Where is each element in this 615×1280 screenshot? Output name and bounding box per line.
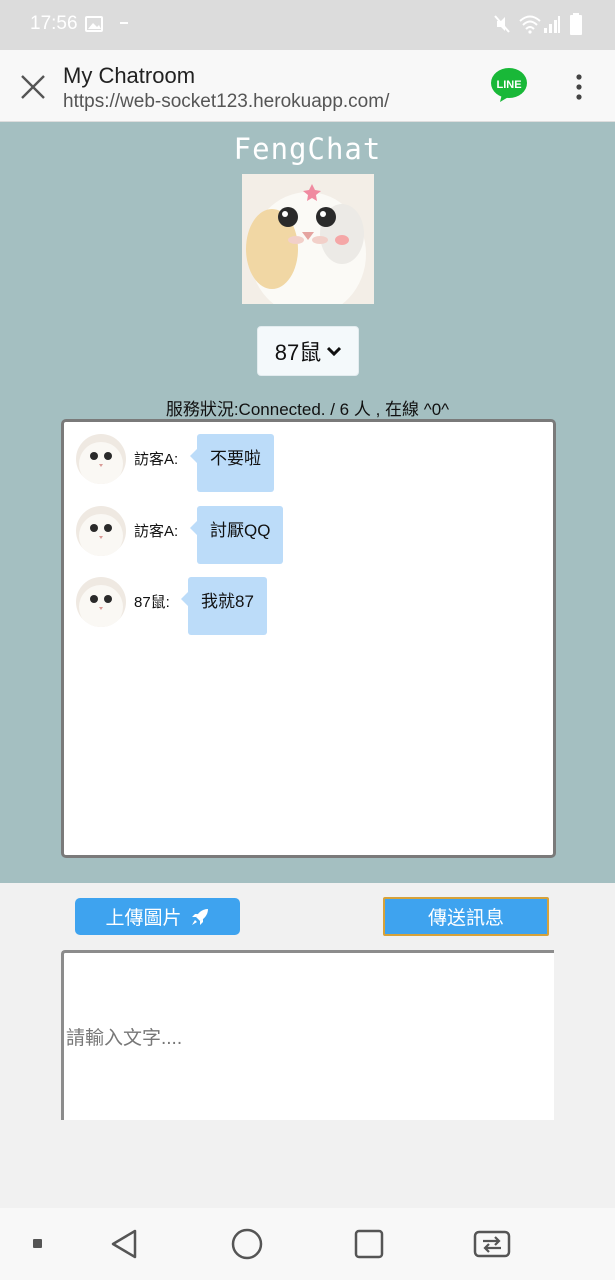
chevron-down-icon [327, 346, 342, 356]
upload-image-label: 上傳圖片 [105, 908, 182, 929]
message-bubble: 不要啦 [190, 434, 274, 492]
close-icon[interactable] [18, 72, 48, 102]
dot-indicator-icon [33, 1239, 42, 1248]
status-bar: 17:56 [0, 0, 615, 50]
avatar [76, 506, 126, 556]
minus-icon [120, 22, 128, 24]
message-input[interactable] [61, 950, 554, 1120]
message-sender: 訪客A: [134, 451, 179, 468]
page-title: My Chatroom [63, 63, 196, 88]
recents-icon[interactable] [354, 1229, 384, 1259]
message-sender: 訪客A: [134, 523, 179, 540]
home-icon[interactable] [231, 1228, 263, 1260]
switch-app-icon[interactable] [473, 1230, 511, 1258]
more-options-icon[interactable] [566, 72, 592, 102]
signal-icon [544, 16, 560, 33]
navigation-bar [0, 1208, 615, 1280]
chat-area: FengChat 87鼠 服務狀況:Connected. / 6 人 , 在線 … [0, 122, 615, 883]
message-bubble: 討厭QQ [189, 506, 284, 564]
back-icon[interactable] [109, 1228, 139, 1260]
status-time: 17:56 [30, 13, 78, 34]
mute-icon [494, 15, 510, 33]
avatar [76, 434, 126, 484]
rocket-icon [191, 908, 208, 925]
app-bar: My Chatroom https://web-socket123.heroku… [0, 50, 615, 122]
line-logo-label: LINE [496, 79, 521, 91]
page-url: https://web-socket123.herokuapp.com/ [63, 91, 390, 112]
service-status: 服務狀況:Connected. / 6 人 , 在線 ^0^ [165, 400, 450, 419]
upload-image-button[interactable]: 上傳圖片 [75, 898, 240, 935]
battery-icon [570, 13, 582, 35]
line-icon[interactable]: LINE [490, 67, 528, 103]
send-message-button[interactable]: 傳送訊息 [383, 897, 549, 936]
message-list[interactable]: 訪客A: 不要啦 訪客A: 討厭QQ 87鼠: 我就87 [61, 419, 556, 858]
message-sender: 87鼠: [134, 594, 170, 611]
brand-title: FengChat [233, 132, 382, 166]
cat-photo [242, 174, 374, 304]
avatar [76, 577, 126, 627]
selected-name: 87鼠 [274, 340, 322, 365]
name-selector[interactable]: 87鼠 [257, 326, 359, 376]
message-bubble: 我就87 [181, 577, 267, 635]
wifi-icon [519, 15, 541, 34]
image-icon [85, 16, 103, 32]
